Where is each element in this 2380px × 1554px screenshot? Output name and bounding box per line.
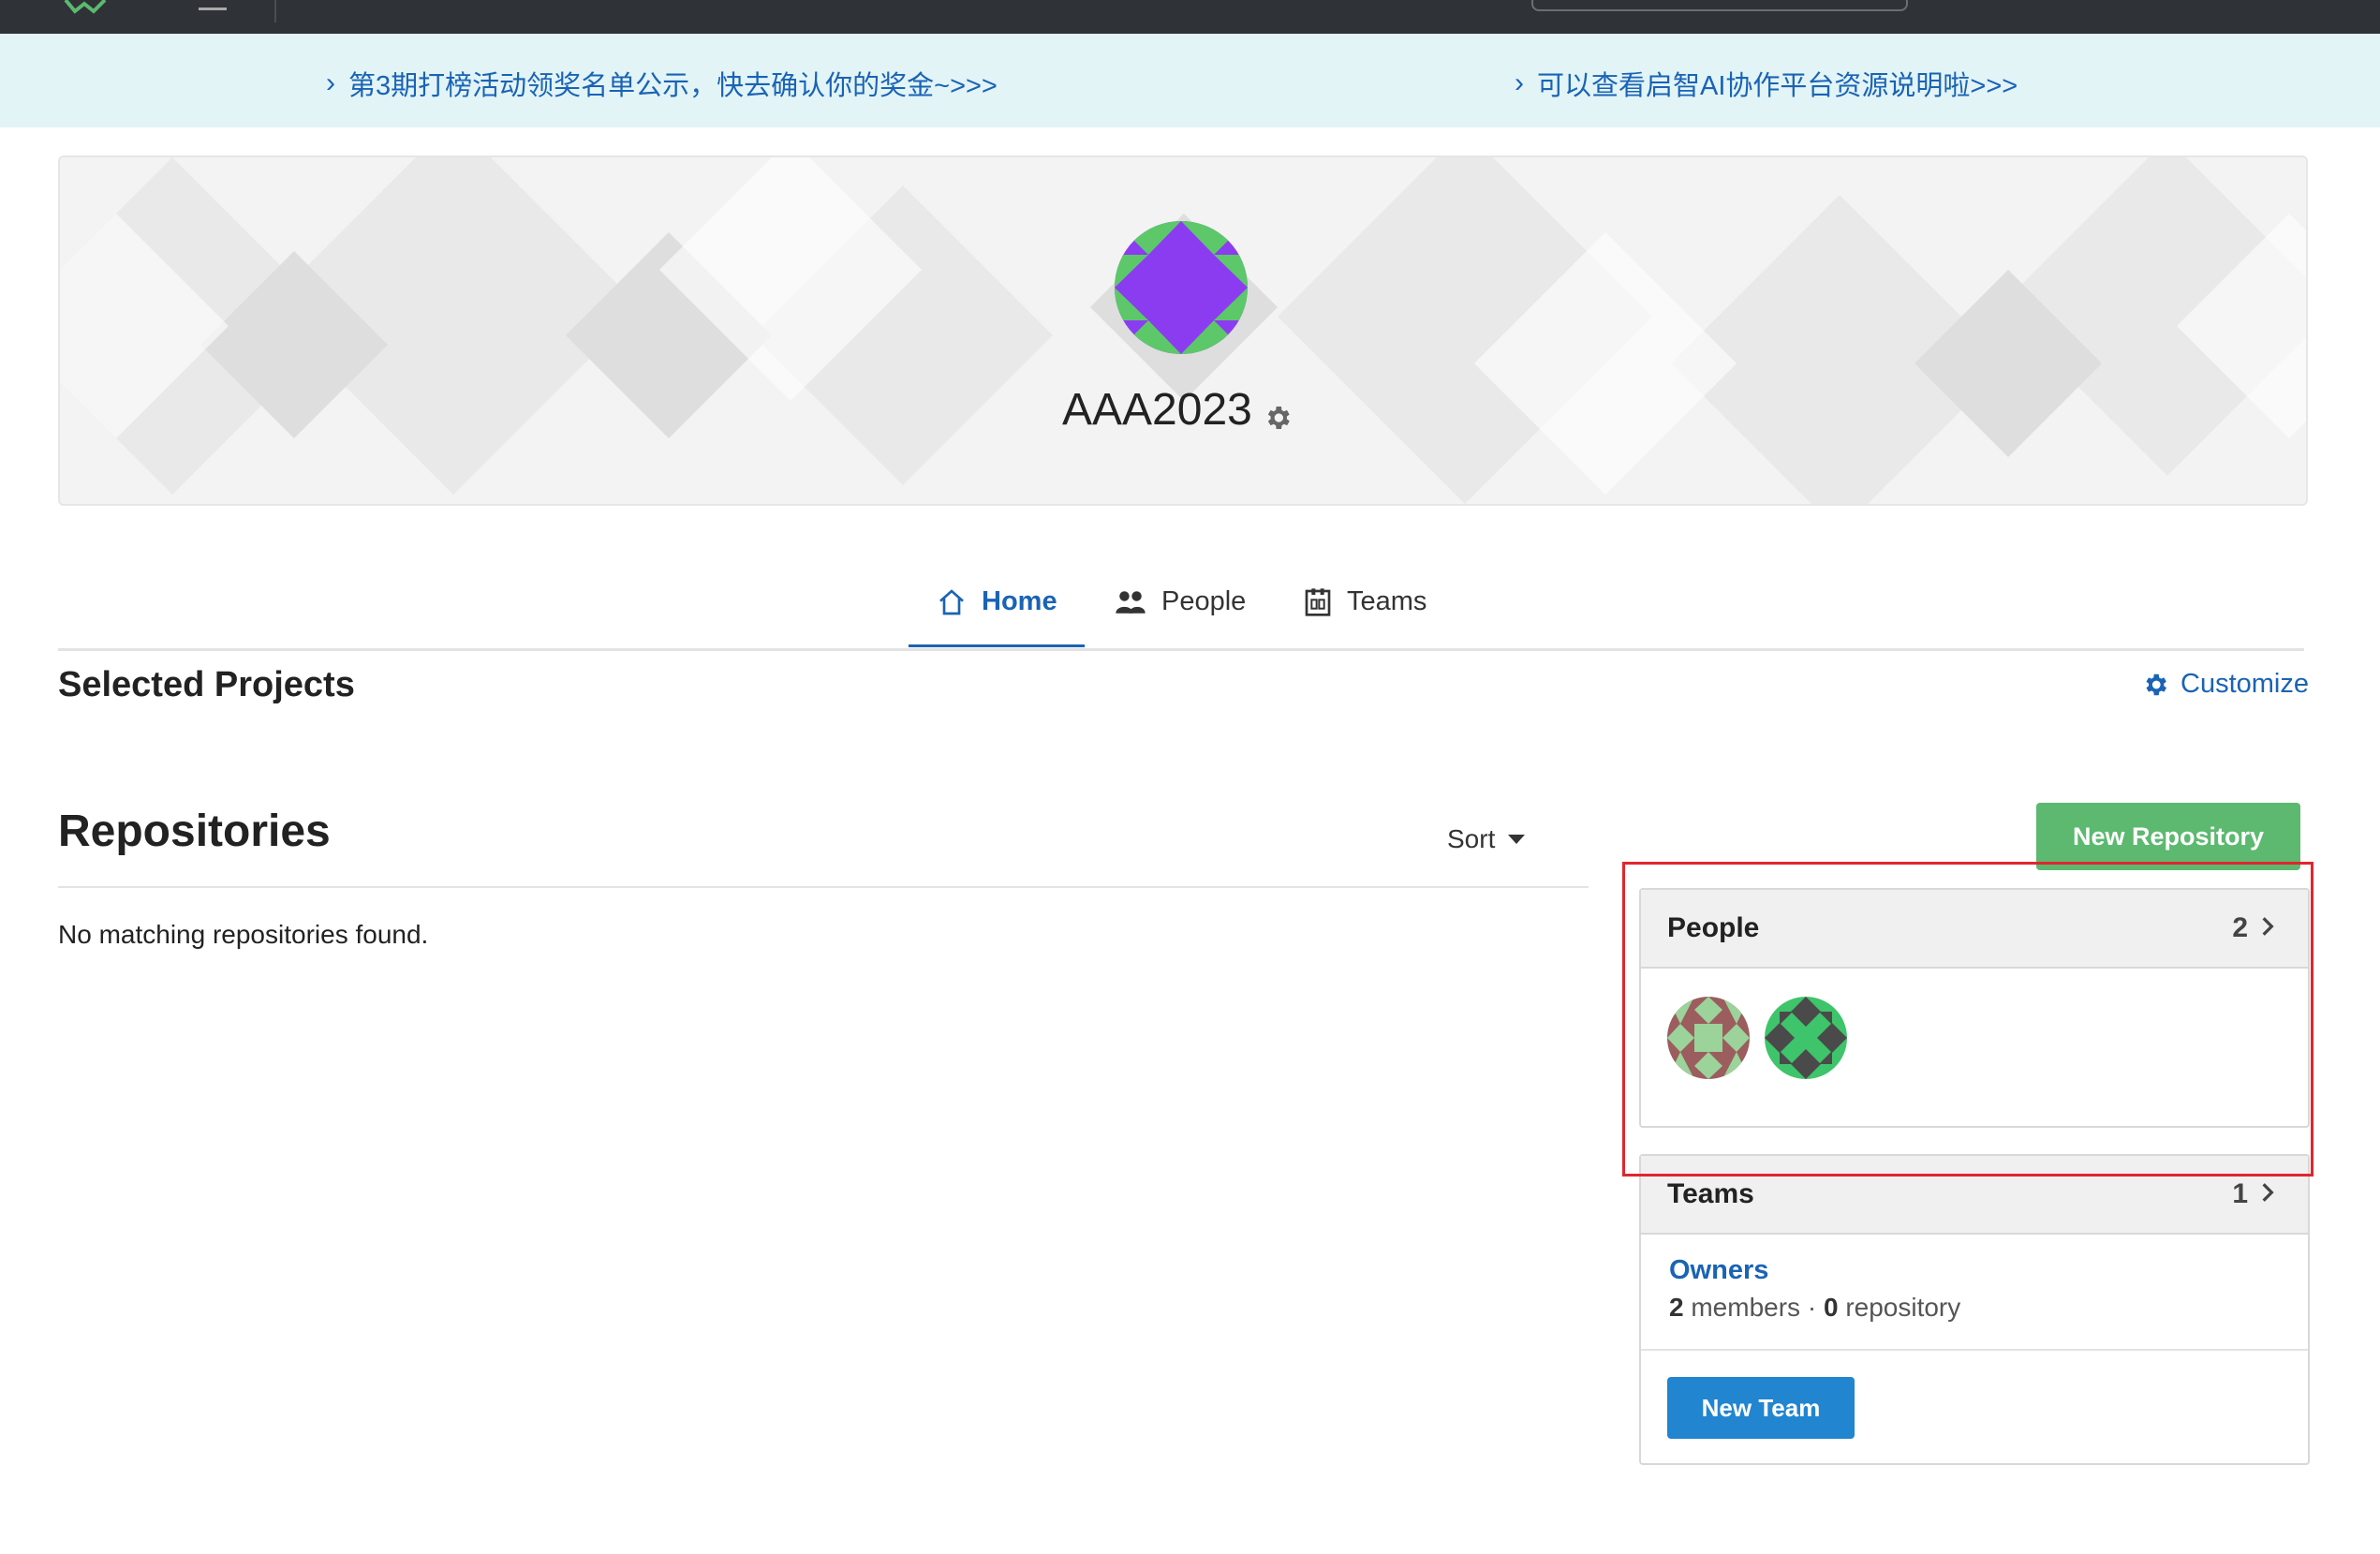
new-team-button[interactable]: New Team <box>1667 1377 1855 1439</box>
org-avatar <box>1115 221 1248 354</box>
gear-icon <box>2146 673 2166 695</box>
tab-people[interactable]: People <box>1115 586 1246 617</box>
highlight-box <box>1622 862 2313 1177</box>
home-icon <box>939 588 964 614</box>
navbar-divider <box>274 0 276 22</box>
tab-home[interactable]: Home <box>937 586 1057 617</box>
team-meta: 2 members · 0 repository <box>1669 1293 1961 1322</box>
teams-icon <box>1305 587 1331 616</box>
menu-icon[interactable] <box>199 0 227 10</box>
empty-state-text: No matching repositories found. <box>58 920 429 949</box>
notice-bar: › 第3期打榜活动领奖名单公示，快去确认你的奖金~>>> › 可以查看启智AI协… <box>0 34 2380 127</box>
tab-teams[interactable]: Teams <box>1304 586 1427 617</box>
teams-card: Teams 1 Owners 2 members · 0 repository … <box>1639 1154 2310 1465</box>
logo-icon[interactable] <box>56 0 169 15</box>
teams-card-footer: New Team <box>1641 1351 2308 1463</box>
repositories-title: Repositories <box>58 807 331 856</box>
customize-link[interactable]: Customize <box>2141 669 2309 700</box>
sort-dropdown[interactable]: Sort <box>1447 824 1526 854</box>
notice-link-1[interactable]: › 第3期打榜活动领奖名单公示，快去确认你的奖金~>>> <box>326 64 998 103</box>
divider <box>58 886 1589 888</box>
active-tab-indicator <box>909 644 1085 647</box>
org-name: AAA2023 <box>1062 385 1252 435</box>
people-icon <box>1116 590 1146 614</box>
team-list-item: Owners 2 members · 0 repository <box>1641 1235 2308 1351</box>
teams-count: 1 <box>2232 1178 2248 1209</box>
selected-projects-title: Selected Projects <box>58 665 355 704</box>
caret-down-icon <box>1508 835 1526 844</box>
org-tabs: Home People Teams <box>58 562 2304 651</box>
teams-card-title: Teams <box>1667 1178 1754 1209</box>
top-navbar <box>0 0 2380 34</box>
search-input[interactable] <box>1531 0 1908 11</box>
notice-link-2[interactable]: › 可以查看启智AI协作平台资源说明啦>>> <box>1515 64 2018 103</box>
gear-icon[interactable] <box>1263 403 1293 433</box>
chevron-right-icon[interactable] <box>2255 1180 2280 1205</box>
new-repository-button[interactable]: New Repository <box>2036 803 2300 870</box>
chevron-right-icon: › <box>1515 67 1524 98</box>
chevron-right-icon: › <box>326 67 335 98</box>
team-name-link[interactable]: Owners <box>1669 1255 1768 1286</box>
